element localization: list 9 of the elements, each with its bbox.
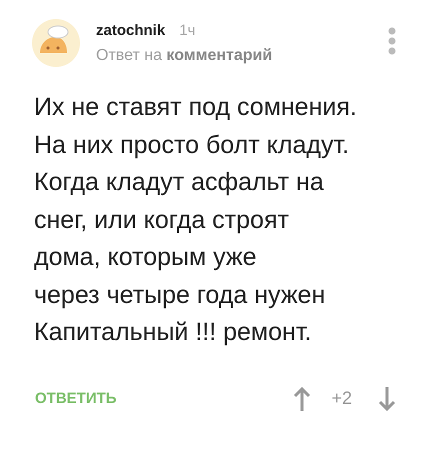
comment-text: Их не ставят под сомнения. На них просто болт кладут. Когда кладут асфальт на снег, или когда строят дома, которым уже через четыре года нужен Капитальный !!! ремонт. [34,92,358,348]
rating-count: +2 [331,388,352,409]
upvote-icon[interactable] [293,386,312,412]
downvote-icon[interactable] [378,386,396,412]
author-name[interactable]: zatochnik [96,22,166,39]
avatar-icon [32,19,80,67]
more-icon[interactable] [388,27,396,55]
reply-to-label: Ответ на комментарий [96,47,274,65]
comment-time: 1ч [179,22,196,39]
